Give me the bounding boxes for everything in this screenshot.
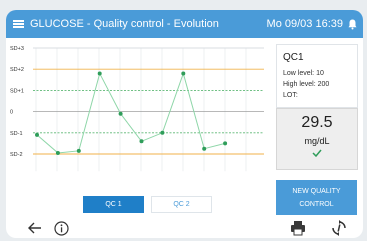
qc-low-level: Low level: 10 [283, 70, 324, 77]
data-point[interactable] [76, 148, 81, 153]
device-frame: GLUCOSE - Quality control - Evolution Mo… [0, 0, 367, 241]
result-panel: 29.5 mg/dL [276, 108, 358, 170]
y-tick-label: 0 [10, 110, 13, 116]
data-point[interactable] [35, 132, 39, 137]
hamburger-menu-icon[interactable] [8, 14, 28, 34]
qc-name: QC1 [283, 52, 304, 63]
printer-icon[interactable] [290, 220, 306, 236]
result-unit: mg/dL [304, 136, 330, 146]
qc-lot: LOT: [283, 92, 298, 99]
new-quality-control-button[interactable]: NEW QUALITY CONTROL [276, 180, 357, 215]
y-tick-label: SD+2 [10, 67, 24, 73]
data-point[interactable] [139, 139, 144, 144]
data-point[interactable] [181, 71, 186, 76]
date-time: Mo 09/03 16:39 [266, 18, 343, 30]
qc-high-level: High level: 200 [283, 81, 330, 88]
data-point[interactable] [223, 141, 228, 146]
data-point[interactable] [160, 130, 165, 135]
top-bar: GLUCOSE - Quality control - Evolution Mo… [6, 10, 363, 38]
y-tick-label: SD+1 [10, 88, 24, 94]
y-tick-label: SD+3 [10, 46, 24, 52]
y-tick-label: SD-1 [10, 131, 23, 137]
bell-icon[interactable] [347, 18, 357, 30]
page-title: GLUCOSE - Quality control - Evolution [30, 18, 219, 30]
qc-info-panel: QC1 Low level: 10 High level: 200 LOT: [276, 44, 358, 108]
tab-qc2[interactable]: QC 2 [151, 196, 212, 213]
chart-svg: SD+3 SD+2 SD+1 0 SD-1 SD-2 [10, 46, 264, 172]
new-qc-label-line2: CONTROL [299, 200, 334, 208]
info-icon[interactable] [54, 221, 69, 236]
sync-icon[interactable] [330, 219, 348, 237]
data-point[interactable] [202, 146, 207, 151]
data-point[interactable] [97, 71, 102, 76]
back-arrow-icon[interactable] [28, 221, 42, 235]
result-value: 29.5 [301, 114, 333, 131]
tab-qc1[interactable]: QC 1 [83, 196, 144, 213]
app-screen: GLUCOSE - Quality control - Evolution Mo… [6, 10, 363, 238]
data-point[interactable] [55, 150, 60, 155]
qc-evolution-chart: SD+3 SD+2 SD+1 0 SD-1 SD-2 [6, 39, 272, 189]
check-icon [312, 149, 322, 157]
y-tick-label: SD-2 [10, 152, 23, 158]
data-point[interactable] [118, 111, 123, 116]
series-line [36, 71, 226, 154]
new-qc-label-line1: NEW QUALITY [292, 187, 341, 195]
